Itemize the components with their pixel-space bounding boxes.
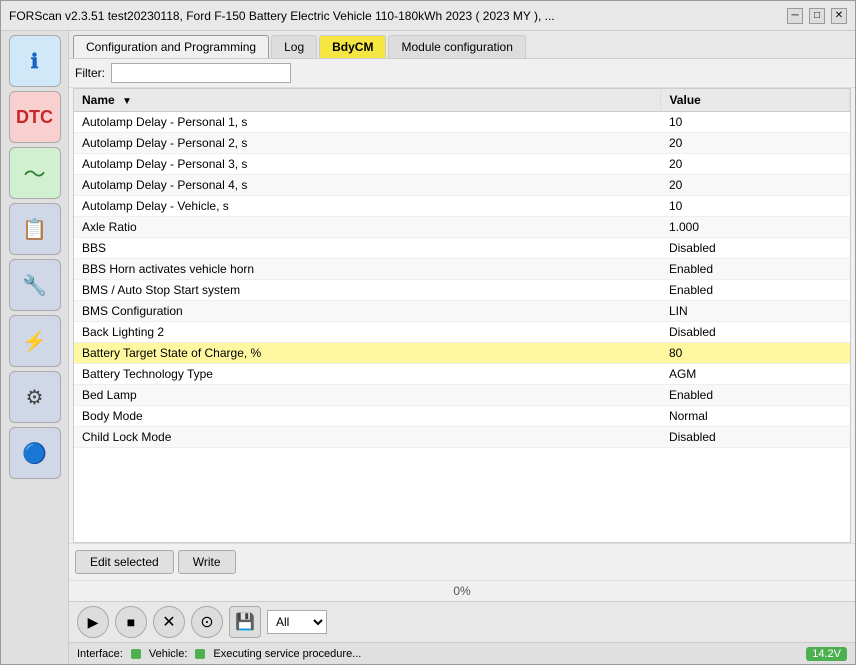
sidebar-icon-dtc[interactable]: DTC — [9, 91, 61, 143]
row-name: BBS — [74, 238, 661, 259]
row-value: Enabled — [661, 385, 850, 406]
window-title: FORScan v2.3.51 test20230118, Ford F-150… — [9, 9, 555, 23]
edit-selected-button[interactable]: Edit selected — [75, 550, 174, 574]
sidebar-icon-program[interactable]: 📋 — [9, 203, 61, 255]
filter-bar: Filter: — [69, 59, 855, 88]
col-value-header: Value — [661, 89, 850, 112]
button-bar: Edit selected Write — [69, 543, 855, 580]
right-panel: Configuration and Programming Log BdyCM … — [69, 31, 855, 664]
row-value: 20 — [661, 133, 850, 154]
row-name: Autolamp Delay - Personal 2, s — [74, 133, 661, 154]
sidebar-icon-shield[interactable]: 🔵 — [9, 427, 61, 479]
row-value: 10 — [661, 112, 850, 133]
sidebar-icon-info[interactable]: ℹ — [9, 35, 61, 87]
progress-bar: 0% — [69, 580, 855, 601]
table-row[interactable]: Child Lock ModeDisabled — [74, 427, 850, 448]
table-row[interactable]: Body ModeNormal — [74, 406, 850, 427]
row-name: Bed Lamp — [74, 385, 661, 406]
table-row[interactable]: Autolamp Delay - Personal 4, s20 — [74, 175, 850, 196]
table-row[interactable]: Back Lighting 2Disabled — [74, 322, 850, 343]
table-row[interactable]: BMS / Auto Stop Start systemEnabled — [74, 280, 850, 301]
sidebar: ℹ DTC 〜 📋 🔧 ⚡ ⚙ 🔵 — [1, 31, 69, 664]
row-name: Body Mode — [74, 406, 661, 427]
table-row[interactable]: Autolamp Delay - Personal 1, s10 — [74, 112, 850, 133]
voltage-badge: 14.2V — [806, 647, 847, 661]
table-row[interactable]: Autolamp Delay - Personal 2, s20 — [74, 133, 850, 154]
row-value: 10 — [661, 196, 850, 217]
row-name: Child Lock Mode — [74, 427, 661, 448]
table-row[interactable]: Bed LampEnabled — [74, 385, 850, 406]
filter-dropdown[interactable]: All — [267, 610, 327, 634]
row-value: 20 — [661, 175, 850, 196]
row-name: BBS Horn activates vehicle horn — [74, 259, 661, 280]
col-name-header: Name ▼ — [74, 89, 661, 112]
table-row[interactable]: BMS ConfigurationLIN — [74, 301, 850, 322]
vehicle-label: Vehicle: — [149, 648, 188, 660]
status-bar: Interface: Vehicle: Executing service pr… — [69, 642, 855, 664]
cancel-button[interactable]: ✕ — [153, 606, 185, 638]
table-row[interactable]: Autolamp Delay - Vehicle, s10 — [74, 196, 850, 217]
status-text: Executing service procedure... — [213, 648, 361, 660]
row-value: Normal — [661, 406, 850, 427]
tab-module[interactable]: Module configuration — [388, 35, 525, 58]
sidebar-icon-gear[interactable]: ⚙ — [9, 371, 61, 423]
row-value: 20 — [661, 154, 850, 175]
tab-configuration[interactable]: Configuration and Programming — [73, 35, 269, 58]
row-name: Back Lighting 2 — [74, 322, 661, 343]
row-value: Disabled — [661, 427, 850, 448]
close-button[interactable]: ✕ — [831, 8, 847, 24]
row-value: Enabled — [661, 259, 850, 280]
row-value: LIN — [661, 301, 850, 322]
table-row[interactable]: Battery Technology TypeAGM — [74, 364, 850, 385]
sidebar-icon-tools[interactable]: 🔧 — [9, 259, 61, 311]
save-button[interactable]: 💾 — [229, 606, 261, 638]
main-window: FORScan v2.3.51 test20230118, Ford F-150… — [0, 0, 856, 665]
toolbar: ▶ ■ ✕ ⊙ 💾 All — [69, 601, 855, 642]
row-value: 1.000 — [661, 217, 850, 238]
row-value: Disabled — [661, 322, 850, 343]
table-row[interactable]: Autolamp Delay - Personal 3, s20 — [74, 154, 850, 175]
interface-indicator — [131, 649, 141, 659]
play-button[interactable]: ▶ — [77, 606, 109, 638]
tab-log[interactable]: Log — [271, 35, 317, 58]
config-table: Name ▼ Value Autolamp Delay - Personal 1… — [74, 89, 850, 448]
row-name: BMS / Auto Stop Start system — [74, 280, 661, 301]
filter-label: Filter: — [75, 66, 105, 80]
row-name: Autolamp Delay - Personal 1, s — [74, 112, 661, 133]
row-value: 80 — [661, 343, 850, 364]
interface-label: Interface: — [77, 648, 123, 660]
sidebar-icon-flash[interactable]: ⚡ — [9, 315, 61, 367]
vehicle-indicator — [195, 649, 205, 659]
row-value: Disabled — [661, 238, 850, 259]
filter-icon[interactable]: ▼ — [122, 96, 132, 107]
filter-input[interactable] — [111, 63, 291, 83]
main-content: ℹ DTC 〜 📋 🔧 ⚡ ⚙ 🔵 Configuration and Prog… — [1, 31, 855, 664]
tabs: Configuration and Programming Log BdyCM … — [69, 31, 855, 59]
row-name: BMS Configuration — [74, 301, 661, 322]
table-row[interactable]: Battery Target State of Charge, %80 — [74, 343, 850, 364]
row-name: Autolamp Delay - Personal 4, s — [74, 175, 661, 196]
progress-value: 0% — [453, 584, 470, 598]
row-name: Autolamp Delay - Vehicle, s — [74, 196, 661, 217]
stop-button[interactable]: ■ — [115, 606, 147, 638]
table-container[interactable]: Name ▼ Value Autolamp Delay - Personal 1… — [73, 88, 851, 543]
table-row[interactable]: BBS Horn activates vehicle hornEnabled — [74, 259, 850, 280]
table-row[interactable]: Axle Ratio1.000 — [74, 217, 850, 238]
row-name: Battery Target State of Charge, % — [74, 343, 661, 364]
maximize-button[interactable]: □ — [809, 8, 825, 24]
table-row[interactable]: BBSDisabled — [74, 238, 850, 259]
row-name: Axle Ratio — [74, 217, 661, 238]
tab-bdycm[interactable]: BdyCM — [319, 35, 386, 58]
row-value: AGM — [661, 364, 850, 385]
title-bar: FORScan v2.3.51 test20230118, Ford F-150… — [1, 1, 855, 31]
sidebar-icon-monitor[interactable]: 〜 — [9, 147, 61, 199]
row-name: Battery Technology Type — [74, 364, 661, 385]
settings-button[interactable]: ⊙ — [191, 606, 223, 638]
title-bar-buttons: ─ □ ✕ — [787, 8, 847, 24]
minimize-button[interactable]: ─ — [787, 8, 803, 24]
row-value: Enabled — [661, 280, 850, 301]
row-name: Autolamp Delay - Personal 3, s — [74, 154, 661, 175]
write-button[interactable]: Write — [178, 550, 236, 574]
